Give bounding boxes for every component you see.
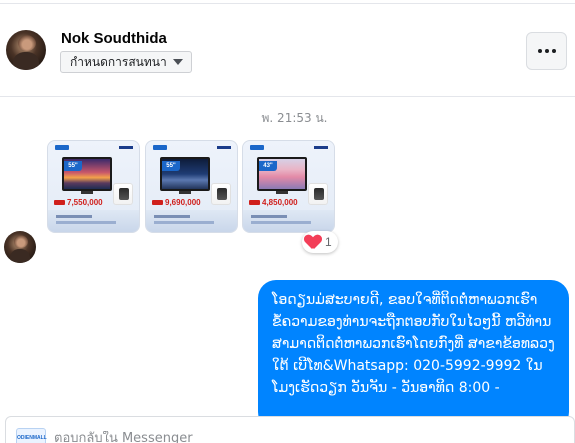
brand-logo xyxy=(153,145,167,150)
tv-size-badge: 55" xyxy=(64,161,82,171)
message-reaction[interactable]: 1 xyxy=(302,231,338,253)
contact-name[interactable]: Nok Soudthida xyxy=(61,30,167,47)
tv-image: 43" xyxy=(257,157,307,191)
more-dot-icon xyxy=(544,49,549,53)
contact-avatar[interactable] xyxy=(6,30,46,70)
brand-logo xyxy=(314,146,328,149)
price-label: 9,690,000 xyxy=(165,198,201,207)
more-dot-icon xyxy=(551,49,556,53)
tv-size-badge: 43" xyxy=(259,161,277,171)
price-label: 4,850,000 xyxy=(262,198,298,207)
more-dot-icon xyxy=(537,49,542,53)
reply-composer: ODIENMALL xyxy=(5,416,575,443)
tv-stand xyxy=(81,191,93,194)
heart-icon xyxy=(305,235,321,250)
tv-size-badge: 55" xyxy=(162,161,180,171)
promo-footer xyxy=(146,210,237,232)
gift-image xyxy=(113,183,133,205)
more-options-button[interactable] xyxy=(526,32,567,70)
price-tag xyxy=(249,200,260,205)
outgoing-message-text: ໂອດຽນມ່ສະບາຍດີ, ຂອບໃຈທີ່ຕິດຕໍ່ຫາພວກເຮົາ … xyxy=(272,292,555,396)
brand-logo xyxy=(217,146,231,149)
brand-logo xyxy=(250,145,264,150)
message-timestamp: พ. 21:53 น. xyxy=(261,111,328,125)
conversation-settings-label: กำหนดการสนทนา xyxy=(70,54,167,69)
price-label: 7,550,000 xyxy=(67,198,103,207)
tv-image: 55" xyxy=(160,157,210,191)
outgoing-message-bubble[interactable]: ໂອດຽນມ່ສະບາຍດີ, ຂອບໃຈທີ່ຕິດຕໍ່ຫາພວກເຮົາ … xyxy=(258,280,569,430)
promo-footer xyxy=(243,210,334,232)
photo-attachment[interactable]: 55" 9,690,000 xyxy=(145,140,238,233)
gift-image xyxy=(308,183,328,205)
sender-avatar[interactable] xyxy=(4,231,36,263)
gift-image xyxy=(211,183,231,205)
promo-footer xyxy=(48,210,139,232)
photo-attachment[interactable]: 43" 4,850,000 xyxy=(242,140,335,233)
price-tag xyxy=(152,200,163,205)
tv-stand xyxy=(276,191,288,194)
brand-logo xyxy=(55,145,69,150)
reaction-count: 1 xyxy=(325,235,332,249)
tv-image: 55" xyxy=(62,157,112,191)
page-logo: ODIENMALL xyxy=(16,428,47,443)
conversation-settings-button[interactable]: กำหนดการสนทนา xyxy=(60,51,192,73)
conversation-header: Nok Soudthida กำหนดการสนทนา xyxy=(0,4,575,97)
brand-logo xyxy=(119,146,133,149)
tv-stand xyxy=(179,191,191,194)
photo-attachment[interactable]: 55" 7,550,000 xyxy=(47,140,140,233)
reply-input[interactable] xyxy=(54,431,454,443)
price-tag xyxy=(54,200,65,205)
caret-down-icon xyxy=(172,59,183,65)
